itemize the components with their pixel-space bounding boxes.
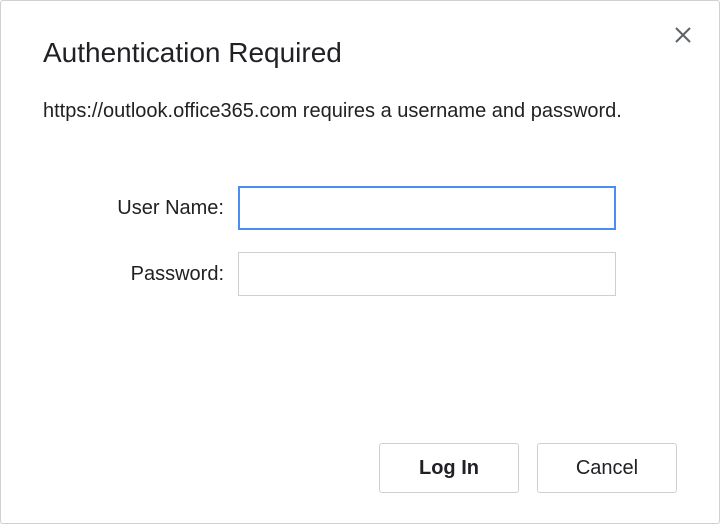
username-label: User Name: bbox=[43, 197, 238, 220]
username-row: User Name: bbox=[43, 186, 677, 230]
auth-dialog: Authentication Required https://outlook.… bbox=[0, 0, 720, 524]
password-label: Password: bbox=[43, 263, 238, 286]
close-icon bbox=[673, 32, 693, 49]
cancel-button[interactable]: Cancel bbox=[537, 443, 677, 493]
login-button[interactable]: Log In bbox=[379, 443, 519, 493]
dialog-message: https://outlook.office365.com requires a… bbox=[43, 97, 643, 126]
button-row: Log In Cancel bbox=[379, 443, 677, 493]
username-input[interactable] bbox=[238, 186, 616, 230]
dialog-title: Authentication Required bbox=[43, 37, 677, 69]
close-button[interactable] bbox=[673, 25, 693, 45]
password-input[interactable] bbox=[238, 252, 616, 296]
password-row: Password: bbox=[43, 252, 677, 296]
